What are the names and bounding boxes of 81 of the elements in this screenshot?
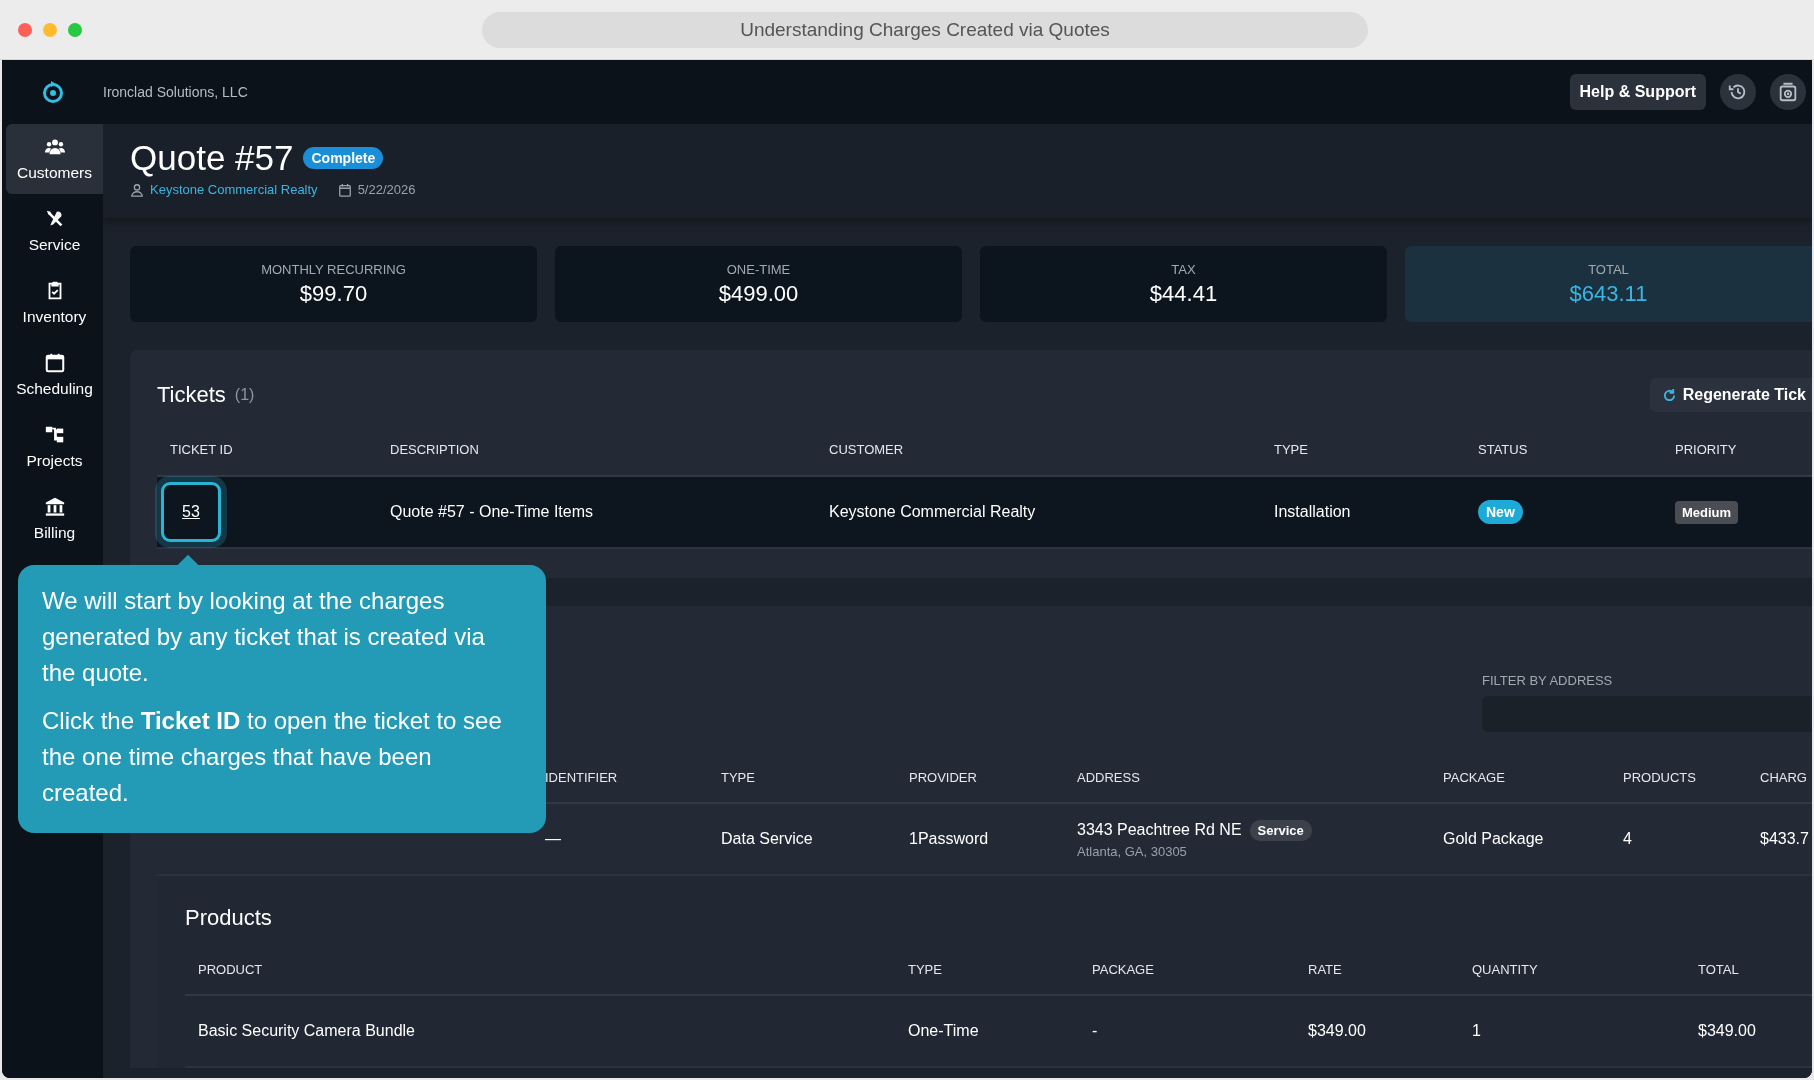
card-label: MONTHLY RECURRING bbox=[261, 261, 406, 277]
sidebar-item[interactable]: Customers bbox=[6, 124, 103, 194]
logo-icon[interactable] bbox=[40, 79, 65, 105]
column-header: CHARG bbox=[1759, 769, 1808, 785]
column-header: PRODUCTS bbox=[1622, 769, 1697, 785]
address-city: Atlanta, GA, 30305 bbox=[1077, 843, 1188, 859]
table-cell-text: $349.00 bbox=[1307, 1022, 1367, 1040]
status-badge: New bbox=[1478, 500, 1523, 524]
ticket-count: (1) bbox=[234, 386, 255, 404]
priority-badge: Medium bbox=[1675, 501, 1739, 524]
sidebar-item[interactable]: Inventory bbox=[6, 268, 103, 338]
column-header: TOTAL bbox=[1697, 961, 1740, 977]
column-header: PRIORITY bbox=[1674, 441, 1738, 457]
table-cell-text: - bbox=[1091, 1022, 1099, 1040]
address-line: 3343 Peachtree Rd NE bbox=[1077, 821, 1242, 839]
column-header: ADDRESS bbox=[1076, 769, 1141, 785]
column-header: IDENTIFIER bbox=[544, 769, 619, 785]
card-label: ONE-TIME bbox=[726, 261, 791, 277]
service-tag: Service bbox=[1249, 819, 1312, 841]
column-header: TICKET ID bbox=[169, 441, 234, 457]
sidebar-item[interactable]: Scheduling bbox=[6, 340, 103, 410]
column-header: QUANTITY bbox=[1471, 961, 1539, 977]
timer-button[interactable] bbox=[1770, 74, 1806, 110]
section-title: Tickets bbox=[157, 382, 226, 408]
column-header: DESCRIPTION bbox=[389, 441, 480, 457]
card-value: $99.70 bbox=[299, 280, 368, 307]
card-label: TAX bbox=[1171, 261, 1196, 277]
sidebar-item[interactable]: Service bbox=[6, 196, 103, 266]
card-value: $44.41 bbox=[1149, 280, 1218, 307]
status-badge: Complete bbox=[303, 147, 384, 169]
section-title: Products bbox=[185, 904, 273, 932]
zoom-window-button[interactable] bbox=[68, 22, 82, 37]
calendar-icon bbox=[337, 182, 352, 197]
table-cell-text: Quote #57 - One-Time Items bbox=[389, 503, 595, 521]
column-header: TYPE bbox=[1273, 441, 1309, 457]
tooltip-text: Click the Ticket ID to open the ticket to see the one time charges that have been created. bbox=[42, 706, 503, 808]
column-header: CUSTOMER bbox=[828, 441, 905, 457]
table-cell-text: $433.7 bbox=[1759, 830, 1810, 848]
minimize-window-button[interactable] bbox=[43, 22, 57, 37]
table-cell-text: $349.00 bbox=[1697, 1022, 1757, 1040]
column-header: PROVIDER bbox=[908, 769, 978, 785]
table-cell-text: Gold Package bbox=[1442, 830, 1545, 848]
company-name: Ironclad Solutions, LLC bbox=[103, 84, 248, 100]
filter-label: FILTER BY ADDRESS bbox=[1482, 673, 1614, 688]
quote-title: Quote #57 bbox=[130, 138, 294, 178]
table-cell-text: Data Service bbox=[720, 830, 814, 848]
card-value: $643.11 bbox=[1569, 280, 1648, 307]
help-support-button[interactable]: Help & Support bbox=[1569, 74, 1706, 110]
table-cell-text: 1 bbox=[1471, 1022, 1482, 1040]
column-header: STATUS bbox=[1477, 441, 1529, 457]
person-icon bbox=[130, 182, 144, 197]
regenerate-button[interactable]: Regenerate Tick bbox=[1649, 378, 1812, 412]
card-value: $499.00 bbox=[718, 280, 799, 307]
table-cell-text: — bbox=[544, 830, 562, 848]
column-header: TYPE bbox=[720, 769, 756, 785]
ticket-id-link[interactable]: 53 bbox=[161, 482, 221, 542]
column-header: TYPE bbox=[907, 961, 943, 977]
table-cell-text: One-Time bbox=[907, 1022, 980, 1040]
column-header: PACKAGE bbox=[1091, 961, 1155, 977]
history-button[interactable] bbox=[1720, 74, 1756, 110]
tooltip-text: We will start by looking at the charges generated by any ticket that is created via the quote. bbox=[42, 586, 486, 688]
column-header: PRODUCT bbox=[197, 961, 264, 977]
quote-date: 5/22/2026 bbox=[357, 182, 416, 197]
refresh-icon bbox=[1661, 387, 1677, 403]
calendar-icon bbox=[43, 352, 66, 374]
table-cell-text: Keystone Commercial Realty bbox=[828, 503, 1037, 521]
sidebar-item[interactable]: Billing bbox=[6, 484, 103, 554]
table-cell-text: 1Password bbox=[908, 830, 990, 848]
bank-icon bbox=[43, 496, 66, 518]
filter-field[interactable] bbox=[1482, 696, 1812, 732]
close-window-button[interactable] bbox=[18, 22, 32, 37]
column-header: PACKAGE bbox=[1442, 769, 1506, 785]
table-cell-text: Basic Security Camera Bundle bbox=[197, 1022, 416, 1040]
card-label: TOTAL bbox=[1588, 261, 1629, 277]
customer-link[interactable]: Keystone Commercial Realty bbox=[150, 182, 318, 197]
sidebar-item[interactable]: Projects bbox=[6, 412, 103, 482]
table-cell-text: 4 bbox=[1622, 830, 1633, 848]
table-cell-text: Installation bbox=[1273, 503, 1352, 521]
window-title: Understanding Charges Created via Quotes bbox=[482, 11, 1368, 48]
column-header: RATE bbox=[1307, 961, 1343, 977]
box-clock-icon bbox=[1777, 81, 1799, 103]
